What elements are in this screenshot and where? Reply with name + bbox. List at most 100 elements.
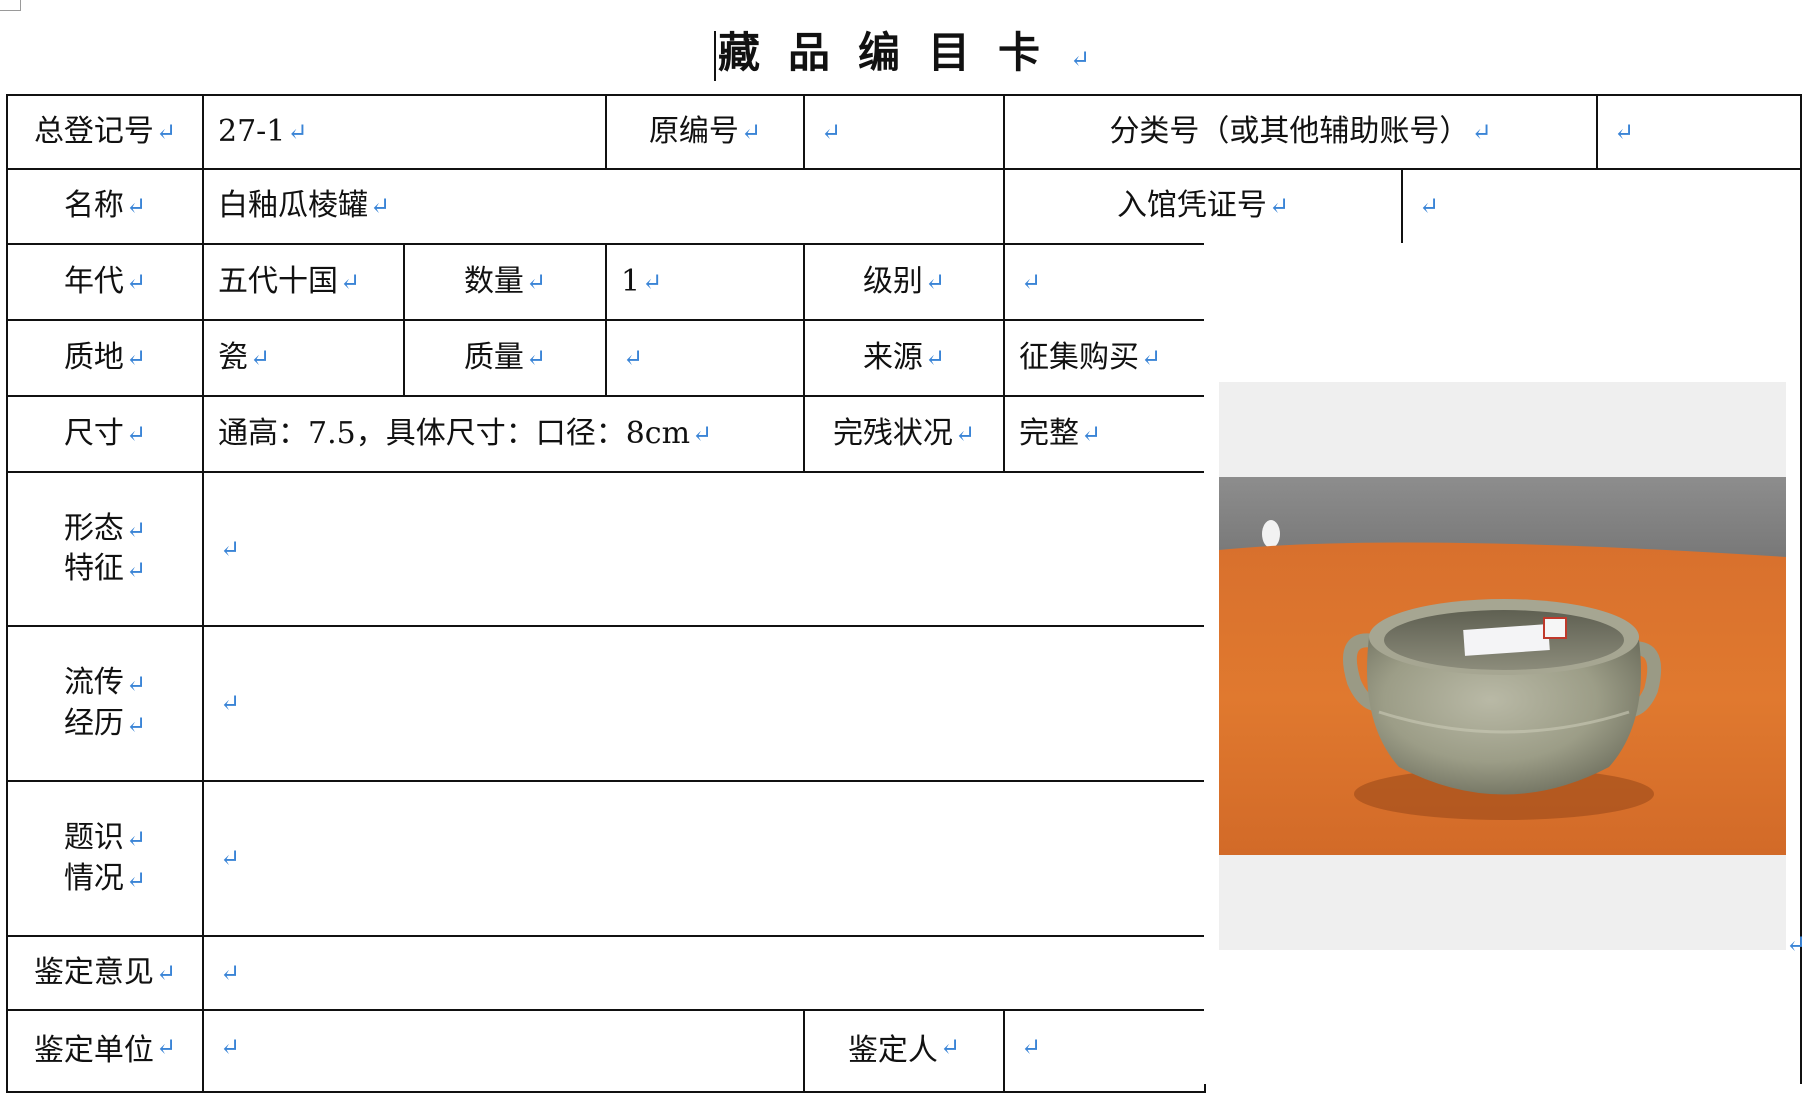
- form-label-line2: 特征: [63, 551, 124, 586]
- return-mark-icon: ↵: [220, 689, 241, 718]
- inscription-label-cell: 题识↵ 情况↵: [6, 780, 204, 937]
- return-mark-icon: ↵: [1419, 192, 1440, 221]
- grade-value-cell[interactable]: ↵: [1003, 243, 1206, 321]
- cert-label-cell: 入馆凭证号 ↵: [1003, 168, 1403, 245]
- cond-label: 完残状况: [832, 415, 953, 451]
- cert-label: 入馆凭证号: [1116, 188, 1267, 224]
- source-value-cell[interactable]: 征集购买 ↵: [1003, 319, 1206, 397]
- history-label-line1: 流传: [63, 665, 124, 700]
- artifact-photo: [1219, 382, 1786, 950]
- inscription-label-line2: 情况: [63, 860, 124, 896]
- material-label-cell: 质地 ↵: [6, 319, 204, 397]
- form-label-cell: 形态↵ 特征↵: [6, 471, 204, 627]
- title-text: 藏品编目卡: [717, 28, 1068, 77]
- return-mark-icon: ↵: [370, 192, 391, 221]
- return-mark-icon: ↵: [125, 710, 147, 739]
- weight-label-cell: 质量 ↵: [403, 319, 607, 397]
- grade-label-cell: 级别 ↵: [803, 243, 1005, 321]
- return-mark-icon: ↵: [623, 343, 644, 372]
- return-mark-icon: ↵: [1021, 267, 1042, 296]
- return-mark-icon: ↵: [125, 670, 147, 698]
- name-label-cell: 名称 ↵: [6, 168, 204, 245]
- orig-label-cell: 原编号 ↵: [605, 94, 805, 170]
- size-label: 尺寸: [63, 415, 124, 451]
- qty-value-cell[interactable]: 1 ↵: [605, 243, 805, 321]
- return-mark-icon: ↵: [1141, 343, 1162, 372]
- history-label-line2: 经历: [63, 705, 124, 741]
- return-mark-icon: ↵: [340, 267, 361, 296]
- return-mark-icon: ↵: [220, 958, 241, 987]
- return-mark-icon: ↵: [939, 1033, 961, 1061]
- unit-value-cell[interactable]: ↵: [202, 1009, 805, 1093]
- return-mark-icon: ↵: [220, 1033, 241, 1061]
- return-mark-icon: ↵: [954, 419, 976, 448]
- return-mark-icon: ↵: [125, 556, 147, 584]
- class-label-cell: 分类号（或其他辅助账号） ↵: [1003, 94, 1598, 170]
- return-mark-icon: ↵: [924, 267, 946, 296]
- material-label: 质地: [63, 339, 124, 375]
- era-value: 五代十国: [218, 263, 338, 299]
- material-value: 瓷: [218, 339, 248, 375]
- unit-label: 鉴定单位: [33, 1033, 154, 1068]
- history-value-cell[interactable]: ↵: [202, 625, 1206, 782]
- weight-value-cell[interactable]: ↵: [605, 319, 805, 397]
- era-value-cell[interactable]: 五代十国 ↵: [202, 243, 405, 321]
- return-mark-icon: ↵: [740, 117, 762, 146]
- return-mark-icon: ↵: [125, 267, 147, 296]
- return-mark-icon: ↵: [1614, 117, 1635, 146]
- source-label-cell: 来源 ↵: [803, 319, 1005, 397]
- opinion-value-cell[interactable]: ↵: [202, 935, 1206, 1011]
- page-title: 藏品编目卡↵: [0, 18, 1804, 88]
- source-value: 征集购买: [1019, 339, 1139, 375]
- name-value-cell[interactable]: 白釉瓜棱罐 ↵: [202, 168, 1005, 245]
- size-label-cell: 尺寸 ↵: [6, 395, 204, 473]
- return-mark-icon: ↵: [125, 865, 147, 894]
- return-mark-icon: ↵: [525, 343, 547, 372]
- qty-label: 数量: [463, 263, 524, 299]
- class-value-cell[interactable]: ↵: [1596, 94, 1802, 170]
- qty-label-cell: 数量 ↵: [403, 243, 607, 321]
- return-mark-icon: ↵: [250, 343, 271, 372]
- return-mark-icon: ↵: [155, 958, 177, 987]
- cond-value-cell[interactable]: 完整 ↵: [1003, 395, 1206, 473]
- form-value-cell[interactable]: ↵: [202, 471, 1206, 627]
- grade-label: 级别: [862, 263, 923, 299]
- return-mark-icon: ↵: [924, 343, 946, 372]
- return-mark-icon: ↵: [642, 267, 663, 296]
- return-mark-icon: ↵: [125, 515, 147, 544]
- return-mark-icon: ↵: [287, 117, 308, 146]
- return-mark-icon: ↵: [125, 343, 147, 372]
- return-mark-icon: ↵: [220, 534, 241, 563]
- return-mark-icon: ↵: [1268, 192, 1290, 221]
- size-value-cell[interactable]: 通高：7.5，具体尺寸：口径：8cm ↵: [202, 395, 805, 473]
- qty-value: 1: [621, 263, 641, 299]
- orig-label: 原编号: [648, 113, 739, 149]
- return-mark-icon: ↵: [1069, 45, 1091, 73]
- era-label-cell: 年代 ↵: [6, 243, 204, 321]
- unit-label-cell: 鉴定单位 ↵: [6, 1009, 204, 1093]
- reg-label: 总登记号: [33, 113, 154, 149]
- inscription-value-cell[interactable]: ↵: [202, 780, 1206, 937]
- form-label-line1: 形态: [63, 510, 124, 546]
- opinion-label: 鉴定意见: [33, 954, 154, 990]
- size-value: 通高：7.5，具体尺寸：口径：8cm: [218, 415, 691, 451]
- reg-value-cell[interactable]: 27-1 ↵: [202, 94, 607, 170]
- weight-label: 质量: [463, 339, 524, 375]
- era-label: 年代: [63, 263, 124, 299]
- return-mark-icon: ↵: [1786, 930, 1804, 958]
- return-mark-icon: ↵: [125, 825, 147, 853]
- return-mark-icon: ↵: [125, 192, 147, 221]
- person-value-cell[interactable]: ↵: [1003, 1009, 1206, 1093]
- text-cursor: [713, 31, 716, 81]
- material-value-cell[interactable]: 瓷 ↵: [202, 319, 405, 397]
- return-mark-icon: ↵: [1021, 1033, 1042, 1061]
- class-label: 分类号（或其他辅助账号）: [1109, 113, 1470, 149]
- cert-value-cell[interactable]: ↵: [1401, 168, 1802, 245]
- return-mark-icon: ↵: [821, 117, 842, 146]
- return-mark-icon: ↵: [155, 1033, 177, 1061]
- name-value: 白釉瓜棱罐: [218, 188, 368, 224]
- orig-value-cell[interactable]: ↵: [803, 94, 1005, 170]
- opinion-label-cell: 鉴定意见 ↵: [6, 935, 204, 1011]
- reg-value: 27-1: [218, 113, 286, 149]
- history-label-cell: 流传↵ 经历↵: [6, 625, 204, 782]
